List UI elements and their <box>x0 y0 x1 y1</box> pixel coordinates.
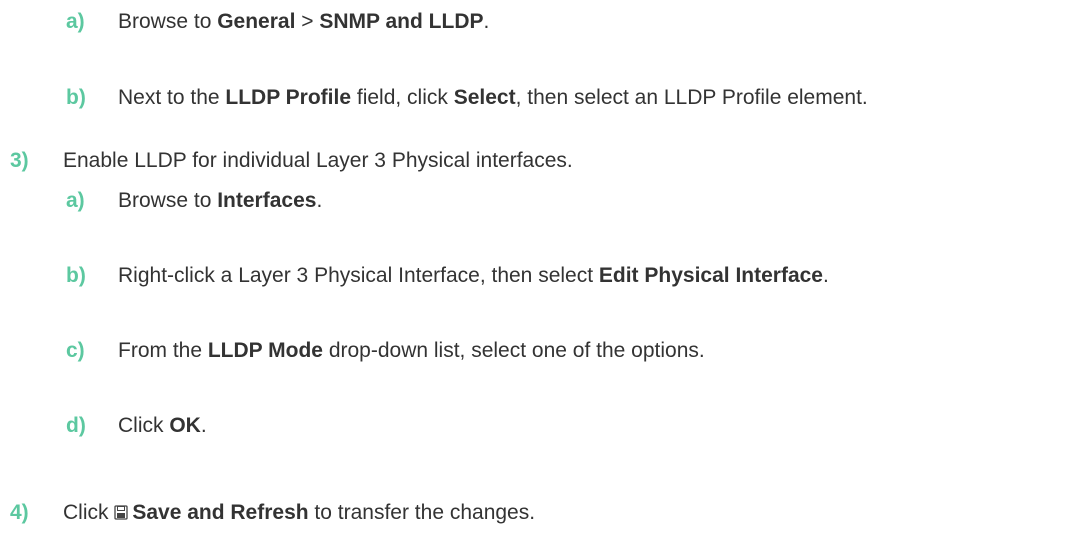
text-run: Browse to <box>118 10 218 33</box>
ui-term-save-and-refresh: Save and Refresh <box>132 501 309 524</box>
text-run: . <box>200 414 207 437</box>
substep-text: Click OK. <box>118 414 207 438</box>
substep-marker: b) <box>66 264 86 287</box>
text-run: Next to the <box>118 86 226 109</box>
text-run: From the <box>118 339 208 362</box>
step-marker: 3) <box>10 149 29 172</box>
ui-term-lldp-profile: LLDP Profile <box>225 86 352 109</box>
ui-term-edit-physical-interface: Edit Physical Interface <box>598 264 823 287</box>
ui-term-snmp-and-lldp: SNMP and LLDP <box>319 10 484 33</box>
substep-text: Browse to General > SNMP and LLDP. <box>118 10 489 34</box>
text-run: drop-down list, select one of the option… <box>322 339 705 362</box>
ui-term-lldp-mode: LLDP Mode <box>207 339 323 362</box>
save-icon <box>114 505 128 520</box>
substep-text: Next to the LLDP Profile field, click Se… <box>118 86 868 110</box>
text-run: Browse to <box>118 189 218 212</box>
text-run: . <box>483 10 490 33</box>
text-run: Click <box>118 414 170 437</box>
substep-marker: d) <box>66 414 86 437</box>
substep-marker: a) <box>66 189 85 212</box>
text-run: field, click <box>351 86 454 109</box>
step-marker: 4) <box>10 501 29 524</box>
substep-marker: c) <box>66 339 85 362</box>
substep-marker: a) <box>66 10 85 33</box>
substep-marker: b) <box>66 86 86 109</box>
text-run: Click <box>63 501 115 524</box>
text-run: , then select an LLDP Profile element. <box>515 86 868 109</box>
substep-text: From the LLDP Mode drop-down list, selec… <box>118 339 705 363</box>
step-text: Click Save and Refresh to transfer the c… <box>63 501 535 525</box>
step-text: Enable LLDP for individual Layer 3 Physi… <box>63 149 573 172</box>
text-run: > <box>295 10 320 33</box>
ui-term-interfaces: Interfaces <box>217 189 317 212</box>
ui-term-ok: OK <box>169 414 201 437</box>
text-run: Right-click a Layer 3 Physical Interface… <box>118 264 599 287</box>
text-run: . <box>822 264 829 287</box>
ui-term-general: General <box>217 10 296 33</box>
ui-term-select: Select <box>453 86 516 109</box>
substep-text: Right-click a Layer 3 Physical Interface… <box>118 264 829 288</box>
text-run: to transfer the changes. <box>308 501 536 524</box>
substep-text: Browse to Interfaces. <box>118 189 322 213</box>
text-run: . <box>316 189 323 212</box>
